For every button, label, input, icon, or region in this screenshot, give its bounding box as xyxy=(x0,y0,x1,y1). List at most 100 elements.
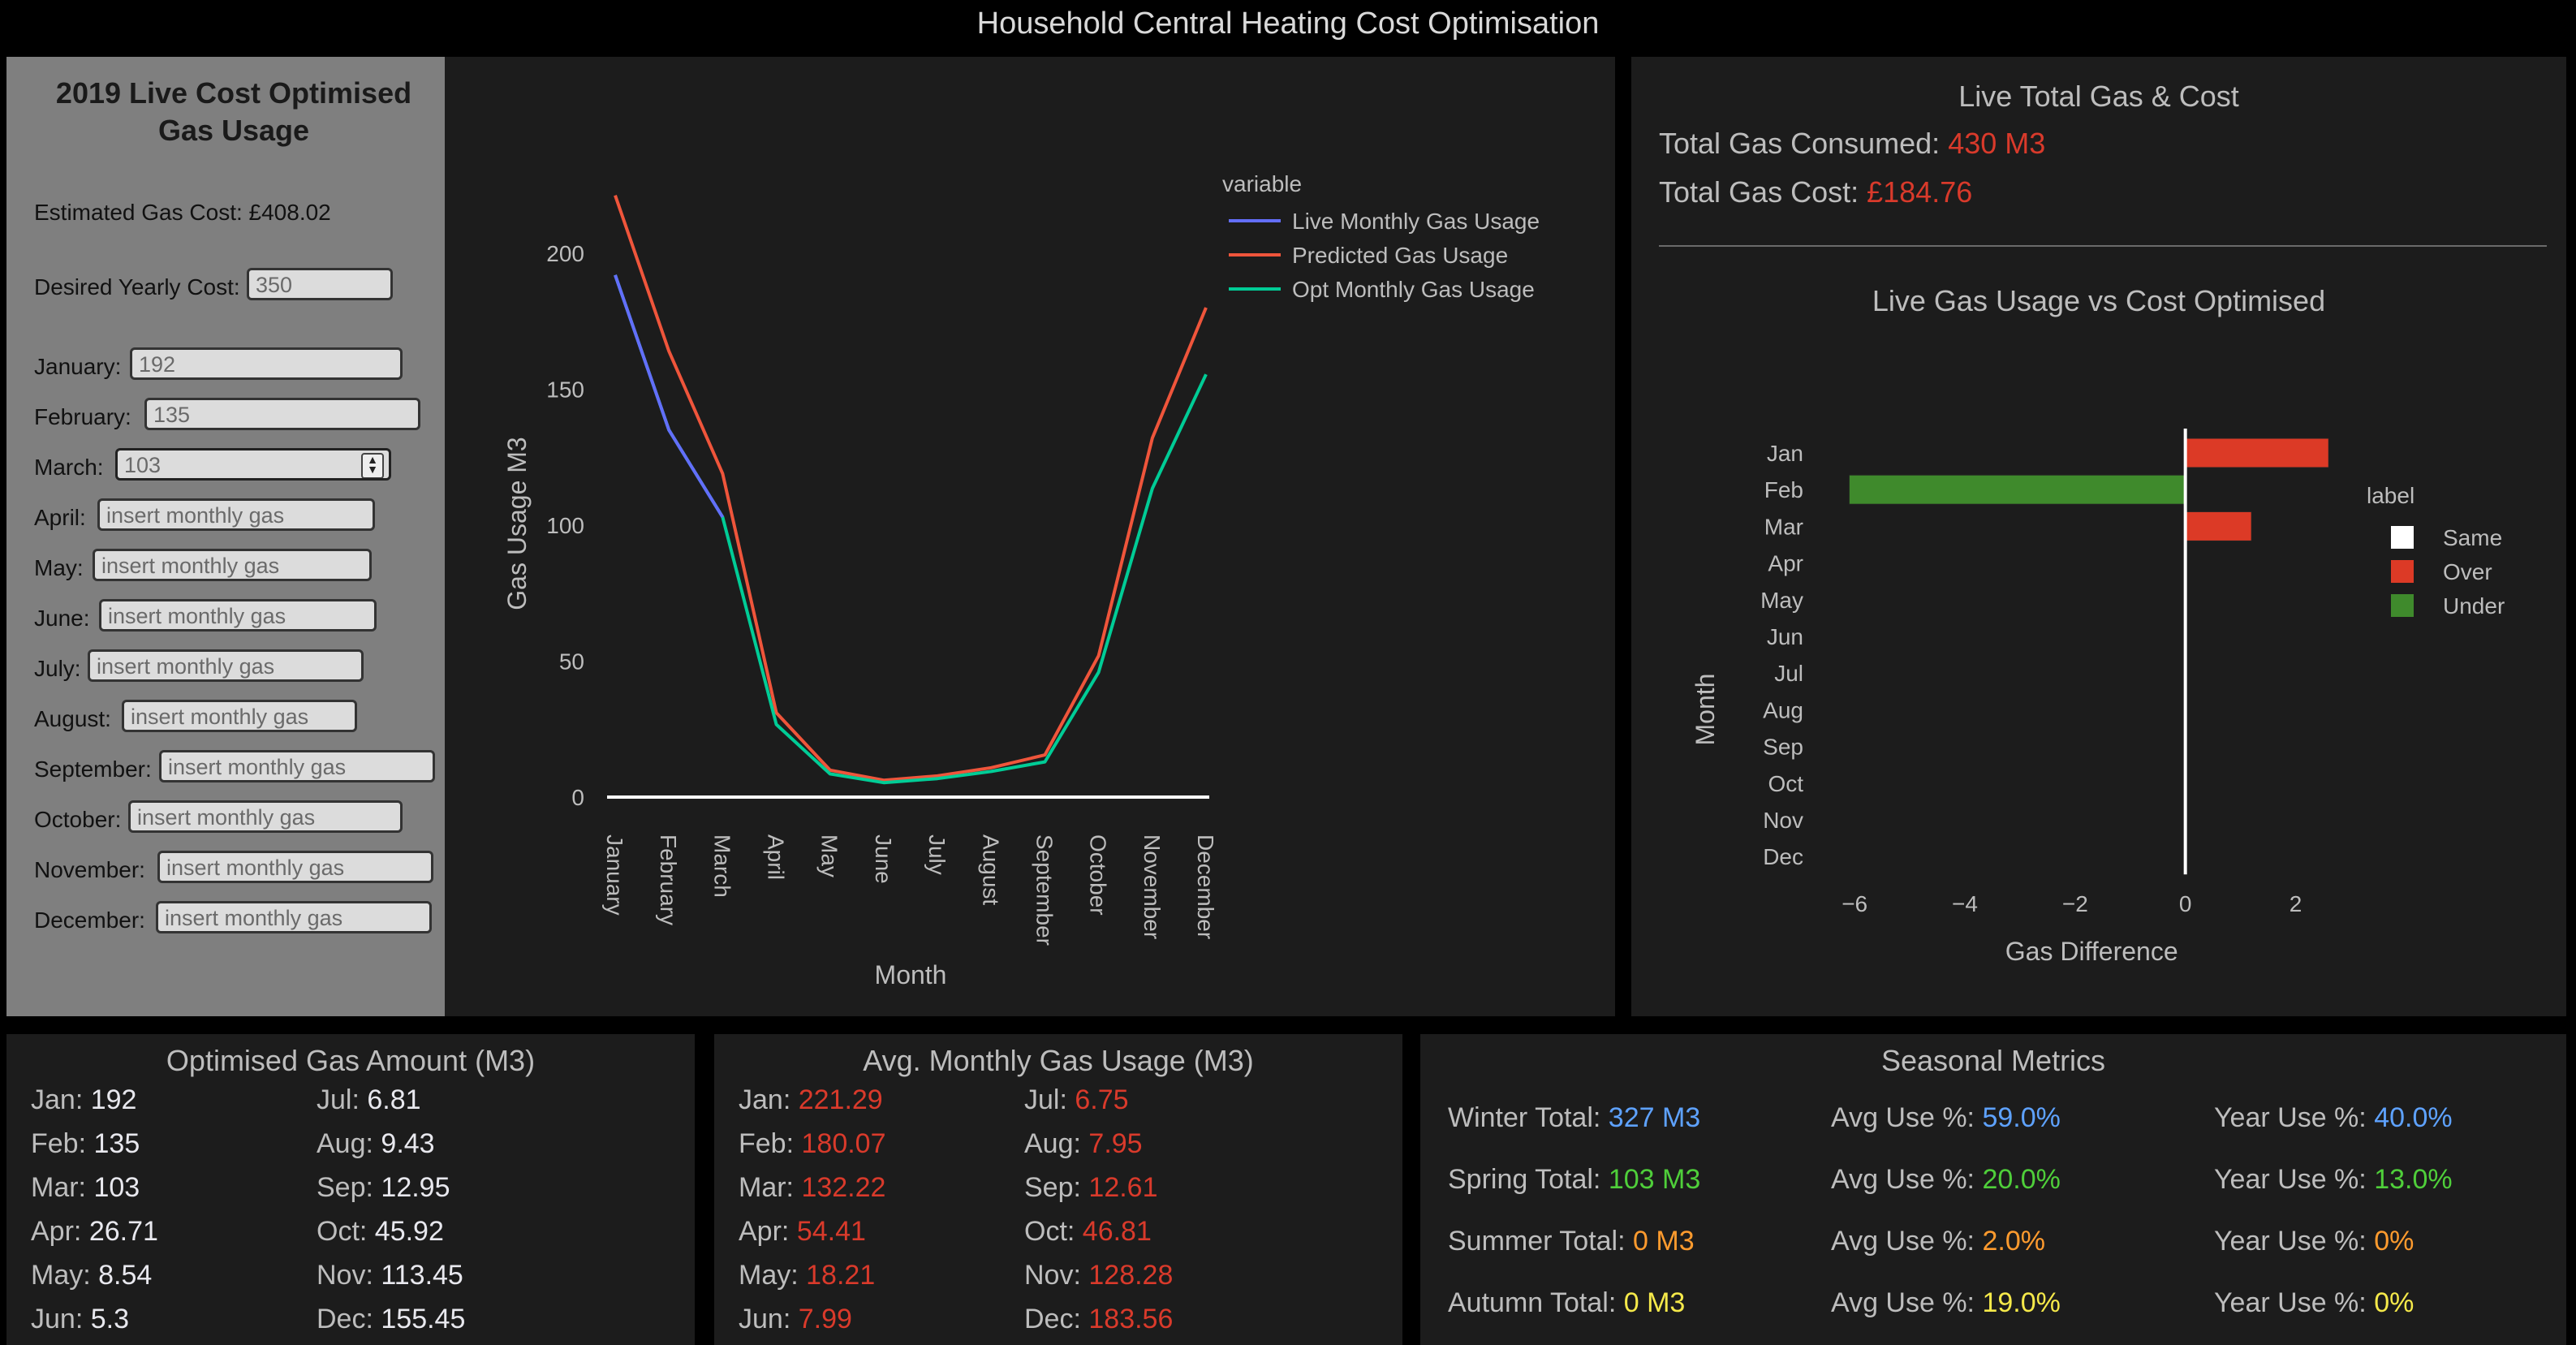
sidebar-title: 2019 Live Cost Optimised Gas Usage xyxy=(55,76,412,147)
desired-cost-input[interactable]: 350 xyxy=(247,268,393,300)
average-month-value: 18.21 xyxy=(806,1260,876,1291)
month-input-3[interactable]: insert monthly gas xyxy=(97,498,375,531)
month-input-6[interactable]: insert monthly gas xyxy=(88,649,364,682)
optimised-item: Jun: 5.3 xyxy=(31,1304,129,1335)
month-label-2: March: xyxy=(34,455,104,480)
optimised-month-label: Mar: xyxy=(31,1172,86,1203)
average-item: Jan: 221.29 xyxy=(739,1084,883,1116)
y-tick-label: Jan xyxy=(1767,441,1803,466)
month-input-2[interactable]: 103 ▲ ▼ xyxy=(115,448,391,481)
y-tick-label: Oct xyxy=(1768,771,1803,796)
average-month-value: 6.75 xyxy=(1075,1084,1129,1115)
optimised-month-label: Oct: xyxy=(317,1216,368,1247)
legend-title: label xyxy=(2367,483,2414,508)
season-year-use-row: Year Use %: 0% xyxy=(2214,1226,2414,1257)
optimised-month-value: 9.43 xyxy=(381,1128,435,1159)
season-year-use-row: Year Use %: 0% xyxy=(2214,1287,2414,1319)
season-avg-use-label: Avg Use %: xyxy=(1831,1226,1975,1257)
season-year-use-row: Year Use %: 40.0% xyxy=(2214,1102,2453,1134)
optimised-month-label: Sep: xyxy=(317,1172,373,1203)
month-input-7[interactable]: insert monthly gas xyxy=(122,700,357,732)
legend-entry[interactable]: Same xyxy=(2443,525,2502,550)
season-avg-use-row: Avg Use %: 20.0% xyxy=(1831,1164,2061,1196)
optimised-month-value: 26.71 xyxy=(88,1216,158,1247)
season-year-use-value: 13.0% xyxy=(2374,1164,2453,1195)
y-tick-label: Aug xyxy=(1763,697,1803,722)
y-tick-label: 100 xyxy=(546,513,584,538)
legend-swatch xyxy=(2391,594,2414,617)
month-input-10[interactable]: insert monthly gas xyxy=(157,851,433,883)
gas-usage-line-chart: 0 50 100 150 200 Gas Usage M3 Month January Febr… xyxy=(502,171,1540,989)
season-total-label: Winter Total: xyxy=(1448,1102,1601,1133)
optimised-month-label: Dec: xyxy=(317,1304,373,1334)
season-year-use-label: Year Use %: xyxy=(2214,1226,2367,1257)
x-tick-label: September xyxy=(1032,834,1057,946)
season-avg-use-value: 20.0% xyxy=(1982,1164,2061,1195)
x-tick-label: −4 xyxy=(1952,891,1978,916)
season-total-label: Autumn Total: xyxy=(1448,1287,1617,1318)
x-tick-label: April xyxy=(764,834,789,880)
optimised-month-value: 12.95 xyxy=(381,1172,450,1203)
x-tick-label: February xyxy=(656,834,681,925)
seasonal-title: Seasonal Metrics xyxy=(1880,1044,2106,1077)
month-input-5[interactable]: insert monthly gas xyxy=(99,599,377,632)
optimised-month-label: Jul: xyxy=(317,1084,360,1115)
month-input-text-10: insert monthly gas xyxy=(166,856,345,880)
optimised-item: Sep: 12.95 xyxy=(317,1172,450,1204)
month-label-3: April: xyxy=(34,505,86,530)
month-label-5: June: xyxy=(34,606,90,631)
season-total-row: Autumn Total: 0 M3 xyxy=(1448,1287,1685,1319)
month-label-4: May: xyxy=(34,555,84,580)
bar-feb xyxy=(1848,474,2186,505)
month-input-text-3: insert monthly gas xyxy=(106,503,285,528)
optimised-month-value: 155.45 xyxy=(381,1304,466,1334)
average-item: Mar: 132.22 xyxy=(739,1172,885,1204)
season-total-value: 327 M3 xyxy=(1608,1102,1701,1133)
legend-swatch xyxy=(2391,526,2414,549)
average-item: Oct: 46.81 xyxy=(1024,1216,1152,1248)
average-month-value: 12.61 xyxy=(1088,1172,1158,1203)
y-tick-label: Jun xyxy=(1767,624,1803,649)
average-month-label: Feb: xyxy=(739,1128,795,1159)
month-input-1[interactable]: 135 xyxy=(144,398,420,430)
month-input-11[interactable]: insert monthly gas xyxy=(156,901,432,933)
average-item: Feb: 180.07 xyxy=(739,1128,886,1160)
x-tick-label: March xyxy=(709,834,734,898)
optimised-item: Apr: 26.71 xyxy=(31,1216,158,1248)
y-tick-label: 50 xyxy=(559,649,584,675)
total-cost-label: Total Gas Cost: xyxy=(1659,175,1859,209)
optimised-month-value: 103 xyxy=(93,1172,140,1203)
legend-entry[interactable]: Live Monthly Gas Usage xyxy=(1292,209,1540,234)
legend-entry[interactable]: Over xyxy=(2443,559,2492,584)
avg-usage-panel: Avg. Monthly Gas Usage (M3) Jan: 221.29 F… xyxy=(714,1034,1402,1345)
total-cost-value: £184.76 xyxy=(1867,175,1973,209)
bar-mar xyxy=(2185,511,2252,541)
month-input-9[interactable]: insert monthly gas xyxy=(128,800,403,833)
legend-title: variable xyxy=(1222,171,1302,196)
season-avg-use-row: Avg Use %: 19.0% xyxy=(1831,1287,2061,1319)
y-tick-label: Sep xyxy=(1763,735,1803,760)
y-axis-label: Month xyxy=(1691,674,1720,746)
month-input-4[interactable]: insert monthly gas xyxy=(93,549,372,581)
legend-entry[interactable]: Predicted Gas Usage xyxy=(1292,243,1508,268)
season-avg-use-row: Avg Use %: 2.0% xyxy=(1831,1226,2045,1257)
month-input-0[interactable]: 192 xyxy=(130,347,403,380)
average-item: May: 18.21 xyxy=(739,1260,875,1291)
season-avg-use-label: Avg Use %: xyxy=(1831,1102,1975,1133)
average-month-label: Sep: xyxy=(1024,1172,1081,1203)
optimised-month-label: Aug: xyxy=(317,1128,373,1159)
spinner-arrows-icon[interactable]: ▲ ▼ xyxy=(361,453,384,478)
optimised-month-label: May: xyxy=(31,1260,91,1291)
month-input-8[interactable]: insert monthly gas xyxy=(159,750,435,782)
average-month-value: 183.56 xyxy=(1088,1304,1174,1334)
y-tick-label: Mar xyxy=(1764,514,1803,539)
average-month-value: 128.28 xyxy=(1088,1260,1174,1291)
average-month-label: May: xyxy=(739,1260,799,1291)
legend-entry[interactable]: Under xyxy=(2443,593,2505,619)
season-year-use-row: Year Use %: 13.0% xyxy=(2214,1164,2453,1196)
total-gas-row: Total Gas Consumed: 430 M3 xyxy=(1659,127,2045,161)
legend-entry[interactable]: Opt Monthly Gas Usage xyxy=(1292,277,1535,302)
seasonal-metrics-panel: Seasonal Metrics Winter Total: 327 M3 Avg… xyxy=(1420,1034,2566,1345)
desired-cost-label: Desired Yearly Cost: xyxy=(34,274,240,300)
season-avg-use-value: 19.0% xyxy=(1982,1287,2061,1318)
